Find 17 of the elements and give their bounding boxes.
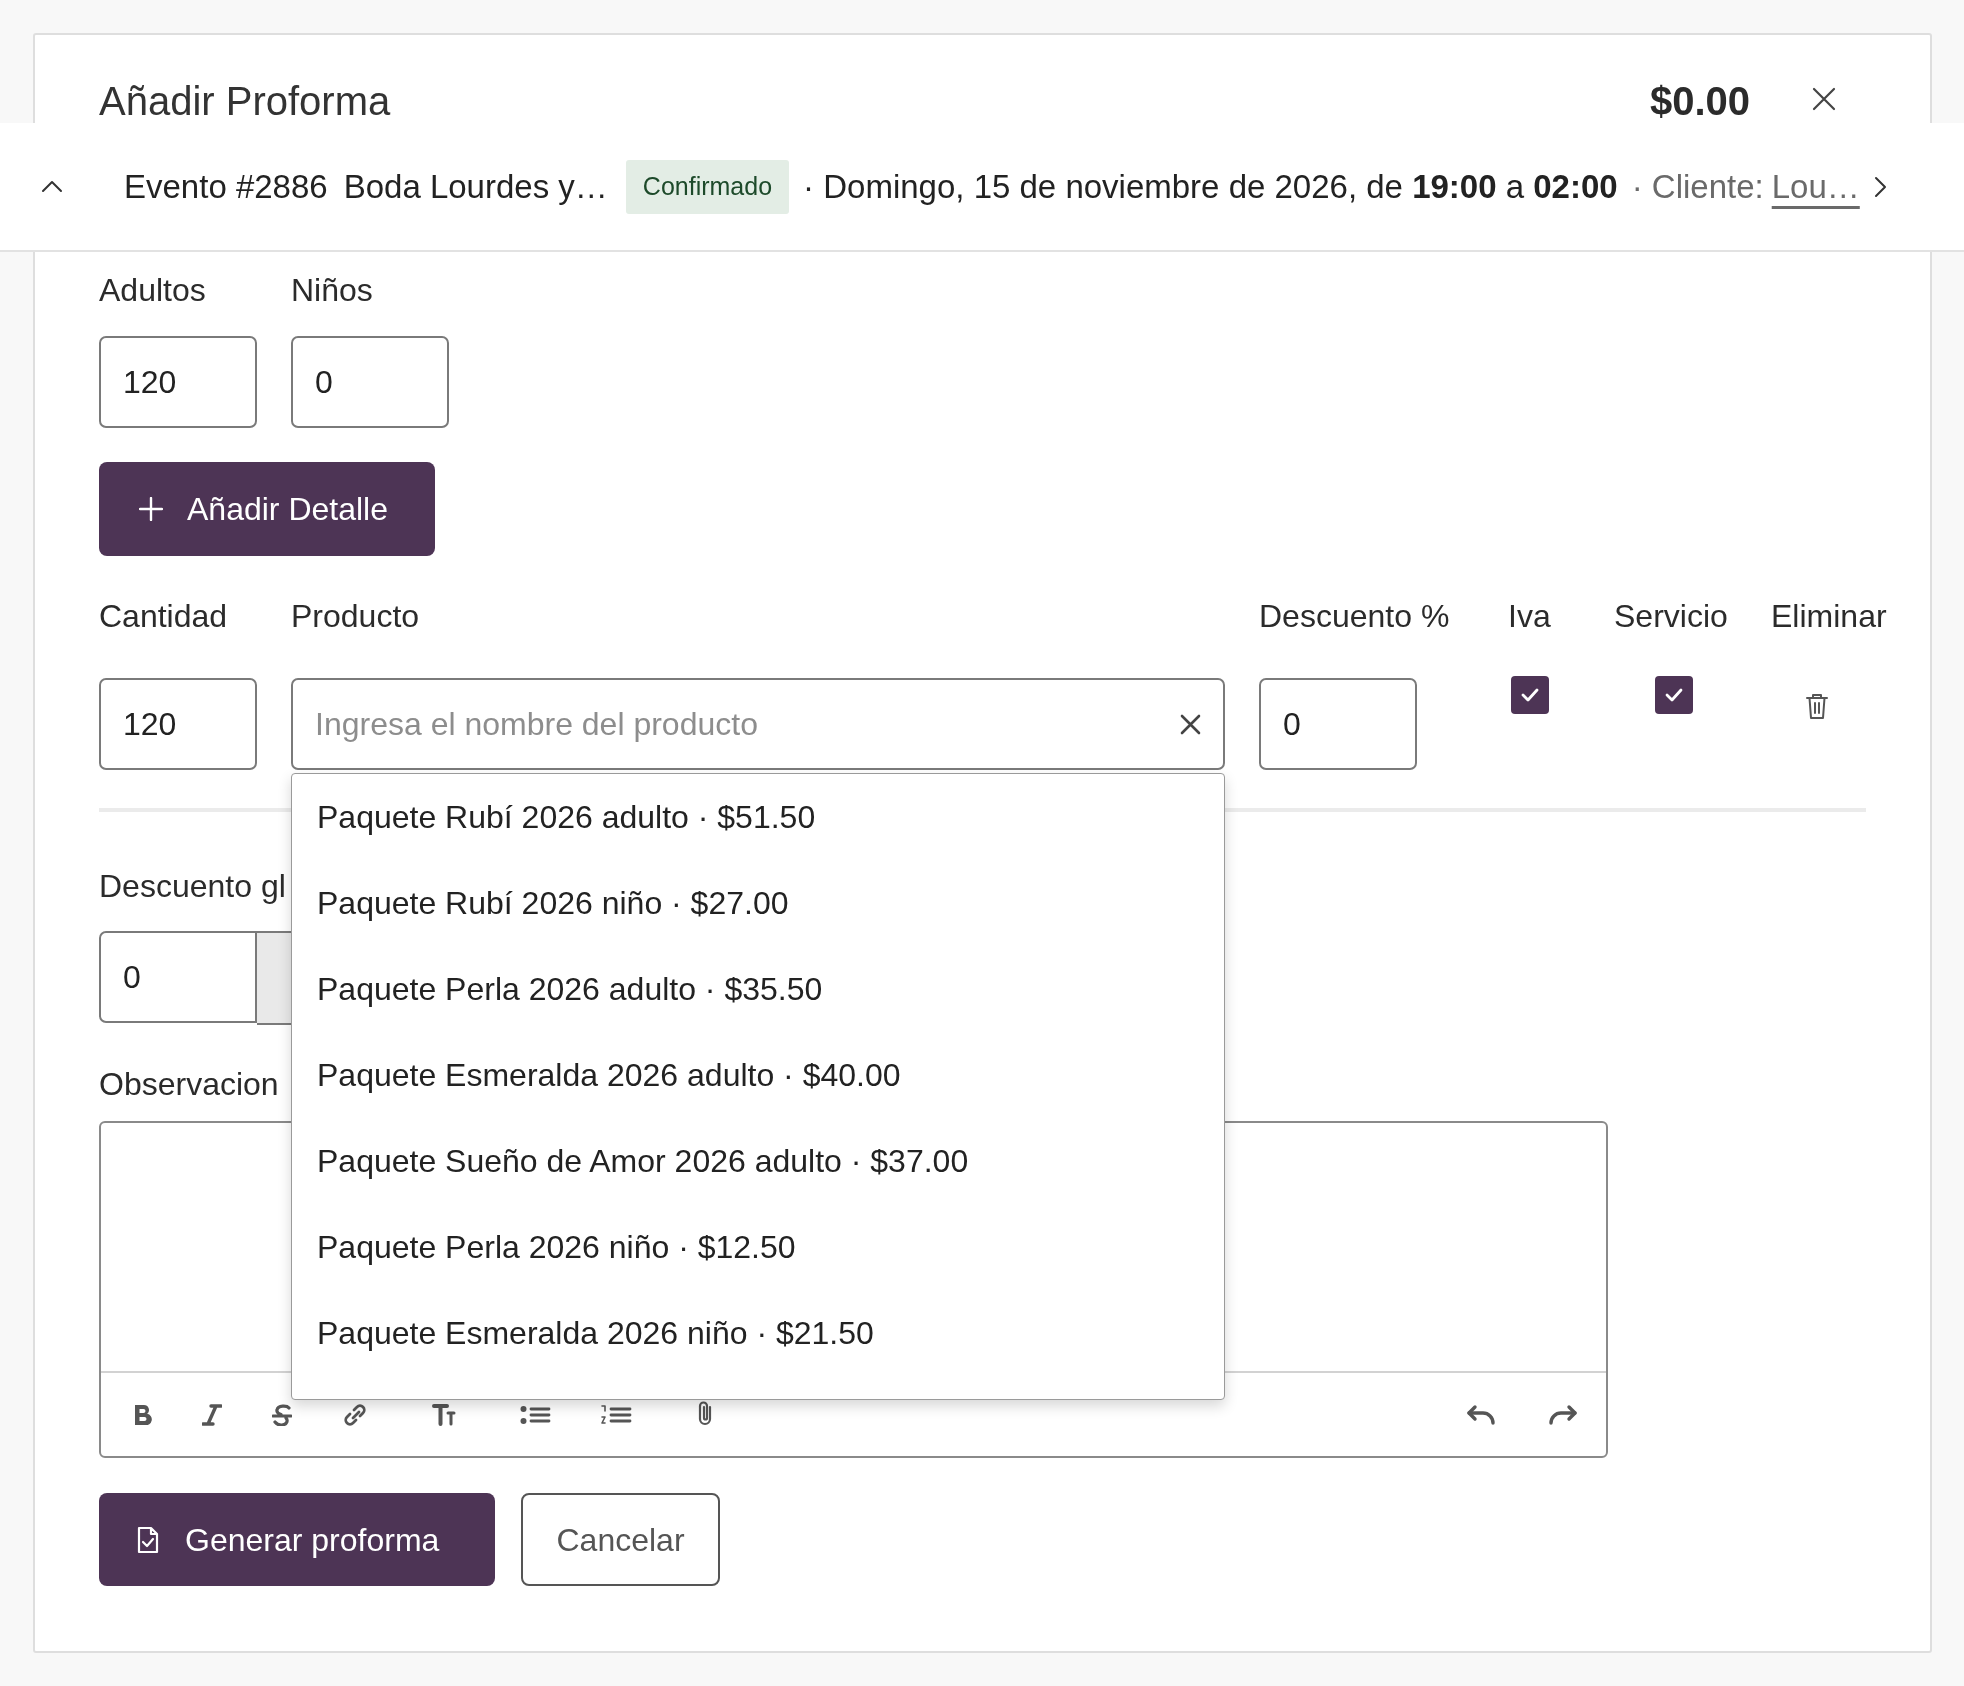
- client-label: · Cliente:: [1631, 166, 1764, 207]
- field-label: Descuento gl: [99, 867, 286, 906]
- column-header: Servicio: [1614, 597, 1728, 636]
- dialog-title: Añadir Proforma: [99, 79, 391, 123]
- field-label: Observacion: [99, 1065, 279, 1104]
- column-header: Descuento %: [1259, 597, 1450, 636]
- column-header: Eliminar: [1771, 597, 1887, 636]
- column-header: Cantidad: [99, 597, 228, 636]
- column-header: Iva: [1508, 597, 1551, 636]
- field-label: Adultos: [99, 271, 206, 310]
- total-amount: $0.00: [1649, 79, 1750, 123]
- column-header: Producto: [291, 597, 420, 636]
- event-name: Boda Lourdes y…: [343, 166, 608, 207]
- status-badge: Confirmado: [625, 159, 790, 214]
- event-number: Evento #2886: [124, 166, 328, 207]
- event-date: · Domingo, 15 de noviembre de 2026, de 19:00 a 02:00: [803, 166, 1618, 207]
- field-label: Niños: [291, 271, 373, 310]
